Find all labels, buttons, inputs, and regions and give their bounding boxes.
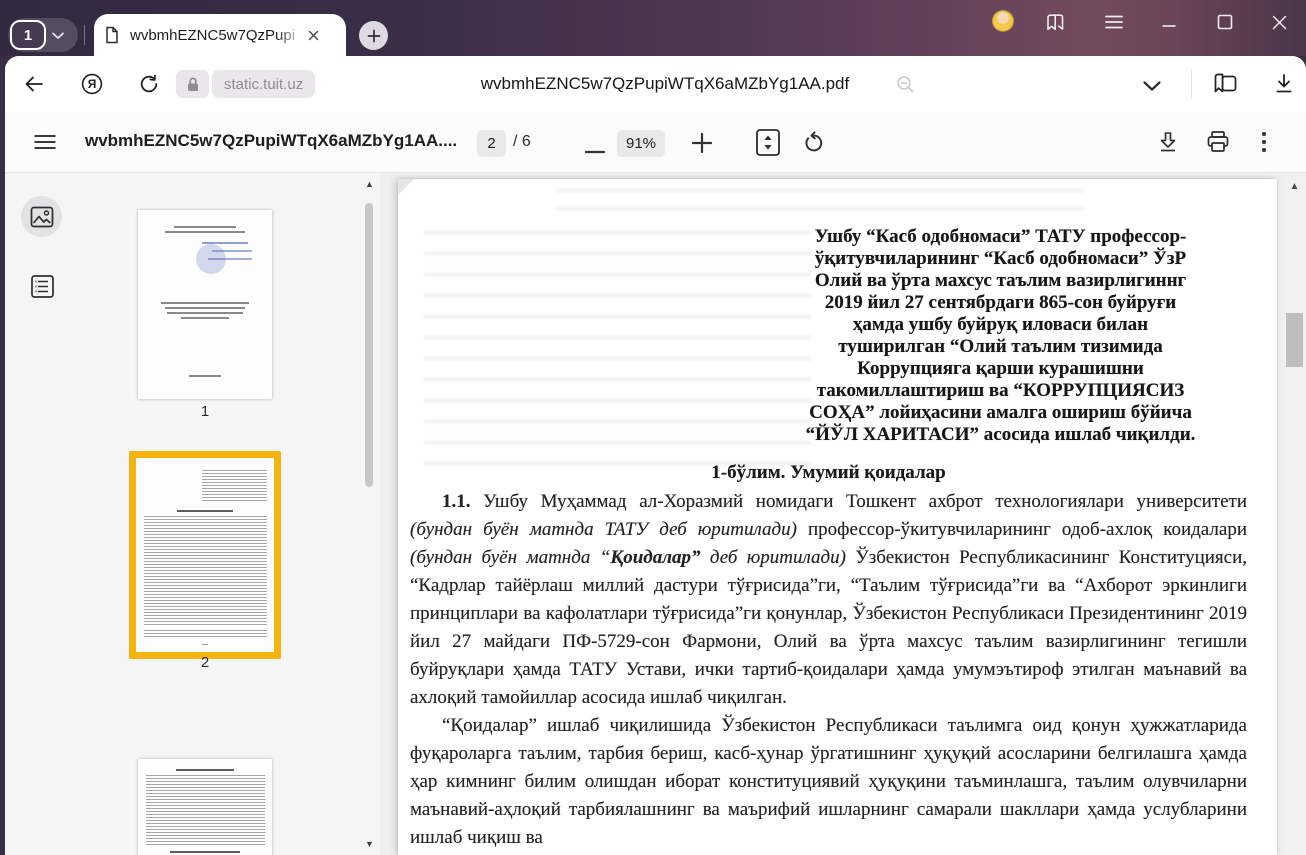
yandex-icon: Я xyxy=(81,73,103,95)
back-arrow-icon xyxy=(22,72,46,96)
find-on-page-button[interactable] xyxy=(896,75,915,99)
plus-icon xyxy=(367,29,381,43)
fit-to-page-button[interactable] xyxy=(755,128,781,162)
thumbnail-panel: 1 2 ▲ xyxy=(80,173,380,855)
rotate-button[interactable] xyxy=(802,131,826,160)
tab-bar: 1 wvbmhEZNC5w7QzPupi xyxy=(0,0,1306,56)
pdf-filename: wvbmhEZNC5w7QzPupiWTqX6aMZbYg1AA.... xyxy=(85,131,457,151)
browser-panel: Я static.tuit.uz wvbmhEZNC5w7QzPupiWTqX6… xyxy=(5,56,1306,855)
minus-icon xyxy=(585,150,605,154)
main-scrollbar[interactable]: ▲ xyxy=(1283,173,1306,855)
pdf-toolbar: wvbmhEZNC5w7QzPupiWTqX6aMZbYg1AA.... 2 /… xyxy=(5,112,1306,173)
pdf-content-area: 1 2 ▲ xyxy=(5,173,1306,855)
page-fold-corner xyxy=(398,179,414,195)
browser-tab[interactable]: wvbmhEZNC5w7QzPupi xyxy=(94,14,346,56)
page-total: / 6 xyxy=(513,133,531,151)
chevron-down-icon xyxy=(51,31,65,40)
toolbar-divider xyxy=(1191,69,1192,99)
outline-view-button[interactable] xyxy=(30,274,55,304)
pdf-download-button[interactable] xyxy=(1157,130,1179,159)
rotate-ccw-icon xyxy=(802,131,826,155)
bleedthrough-text xyxy=(556,189,1083,223)
plus-icon xyxy=(692,133,712,153)
download-outline-icon xyxy=(1157,130,1179,154)
lock-icon xyxy=(186,76,200,93)
tab-close-icon[interactable] xyxy=(308,30,319,41)
scrollbar-thumb[interactable] xyxy=(365,203,373,487)
hamburger-icon xyxy=(33,134,57,150)
address-domain-chip[interactable]: static.tuit.uz xyxy=(212,70,315,98)
tab-title: wvbmhEZNC5w7QzPupi xyxy=(130,27,308,44)
tab-separator xyxy=(84,25,85,45)
minimize-button[interactable] xyxy=(1155,8,1183,36)
back-button[interactable] xyxy=(22,72,46,101)
refresh-button[interactable] xyxy=(138,73,160,100)
thumbnail-scrollbar[interactable]: ▲ ▼ xyxy=(362,173,377,855)
avatar[interactable] xyxy=(992,10,1014,32)
bookmarks-button[interactable] xyxy=(1041,8,1069,36)
thumbnail-label-1: 1 xyxy=(185,403,225,420)
close-button[interactable] xyxy=(1265,8,1293,36)
printer-icon xyxy=(1205,130,1231,154)
fit-page-icon xyxy=(755,128,781,157)
close-icon xyxy=(1272,15,1287,30)
pdf-viewer-pane: Ушбу “Касб одобномаси” ТАТУ профессор- ў… xyxy=(380,173,1306,855)
pdf-sidebar-toggle[interactable] xyxy=(33,134,57,155)
maximize-icon xyxy=(1217,14,1233,30)
maximize-button[interactable] xyxy=(1211,8,1239,36)
chevron-down-icon xyxy=(1142,80,1162,92)
download-icon xyxy=(1273,72,1295,95)
collections-icon xyxy=(1211,72,1239,96)
thumbnail-page-3[interactable] xyxy=(138,759,272,855)
pdf-more-menu[interactable] xyxy=(1261,130,1267,159)
page-number-input[interactable]: 2 xyxy=(477,130,506,157)
image-icon xyxy=(30,206,54,228)
yandex-home-button[interactable]: Я xyxy=(81,73,103,100)
document-icon xyxy=(104,26,120,44)
scroll-up-arrow[interactable]: ▲ xyxy=(1283,181,1306,192)
pdf-page-2: Ушбу “Касб одобномаси” ТАТУ профессор- ў… xyxy=(398,179,1277,855)
scrollbar-thumb[interactable] xyxy=(1286,313,1303,367)
menu-button[interactable] xyxy=(1100,8,1128,36)
doc-intro-block: Ушбу “Касб одобномаси” ТАТУ профессор- ў… xyxy=(703,226,1298,446)
zoom-out-button[interactable] xyxy=(585,141,605,159)
scroll-up-arrow[interactable]: ▲ xyxy=(362,179,377,189)
new-tab-button[interactable] xyxy=(359,21,388,50)
thumbnail-page-2-selected[interactable] xyxy=(129,451,281,659)
zoom-level[interactable]: 91% xyxy=(617,130,665,157)
browser-window: 1 wvbmhEZNC5w7QzPupi xyxy=(0,0,1306,855)
pdf-sidebar-tools xyxy=(5,173,80,855)
browser-toolbar: Я static.tuit.uz wvbmhEZNC5w7QzPupiWTqX6… xyxy=(5,56,1306,112)
collections-button[interactable] xyxy=(1211,72,1239,101)
minimize-icon xyxy=(1161,14,1177,30)
zoom-in-button[interactable] xyxy=(692,133,712,158)
print-button[interactable] xyxy=(1205,130,1231,159)
kebab-menu-icon xyxy=(1261,130,1267,154)
section-heading: 1-бўлим. Умумий қоидалар xyxy=(410,462,1247,484)
hamburger-icon xyxy=(1104,14,1124,30)
tab-count-badge[interactable]: 1 xyxy=(10,20,46,50)
thumbnail-label-2: 2 xyxy=(185,654,225,671)
thumbnail-page-1[interactable] xyxy=(138,210,272,399)
thumbnails-view-button[interactable] xyxy=(21,196,62,237)
list-icon xyxy=(30,274,55,299)
site-security-chip[interactable] xyxy=(176,70,209,98)
paragraph-2: “Қоидалар” ишлаб чиқилишида Ўзбекистон Р… xyxy=(410,712,1247,852)
refresh-icon xyxy=(138,73,160,95)
doc-body-text: 1.1. Ушбу Муҳаммад ал-Хоразмий номидаги … xyxy=(410,488,1247,852)
tab-counter[interactable]: 1 xyxy=(8,18,78,52)
downloads-button[interactable] xyxy=(1273,72,1295,100)
pdf-actions-expander[interactable] xyxy=(1142,79,1162,97)
svg-text:Я: Я xyxy=(88,77,97,91)
scroll-down-arrow[interactable]: ▼ xyxy=(362,839,377,849)
bookmarks-icon xyxy=(1044,11,1066,33)
paragraph-1-1: 1.1. Ушбу Муҳаммад ал-Хоразмий номидаги … xyxy=(410,488,1247,712)
page-title: wvbmhEZNC5w7QzPupiWTqX6aMZbYg1AA.pdf xyxy=(405,74,925,94)
search-minus-icon xyxy=(896,75,915,94)
